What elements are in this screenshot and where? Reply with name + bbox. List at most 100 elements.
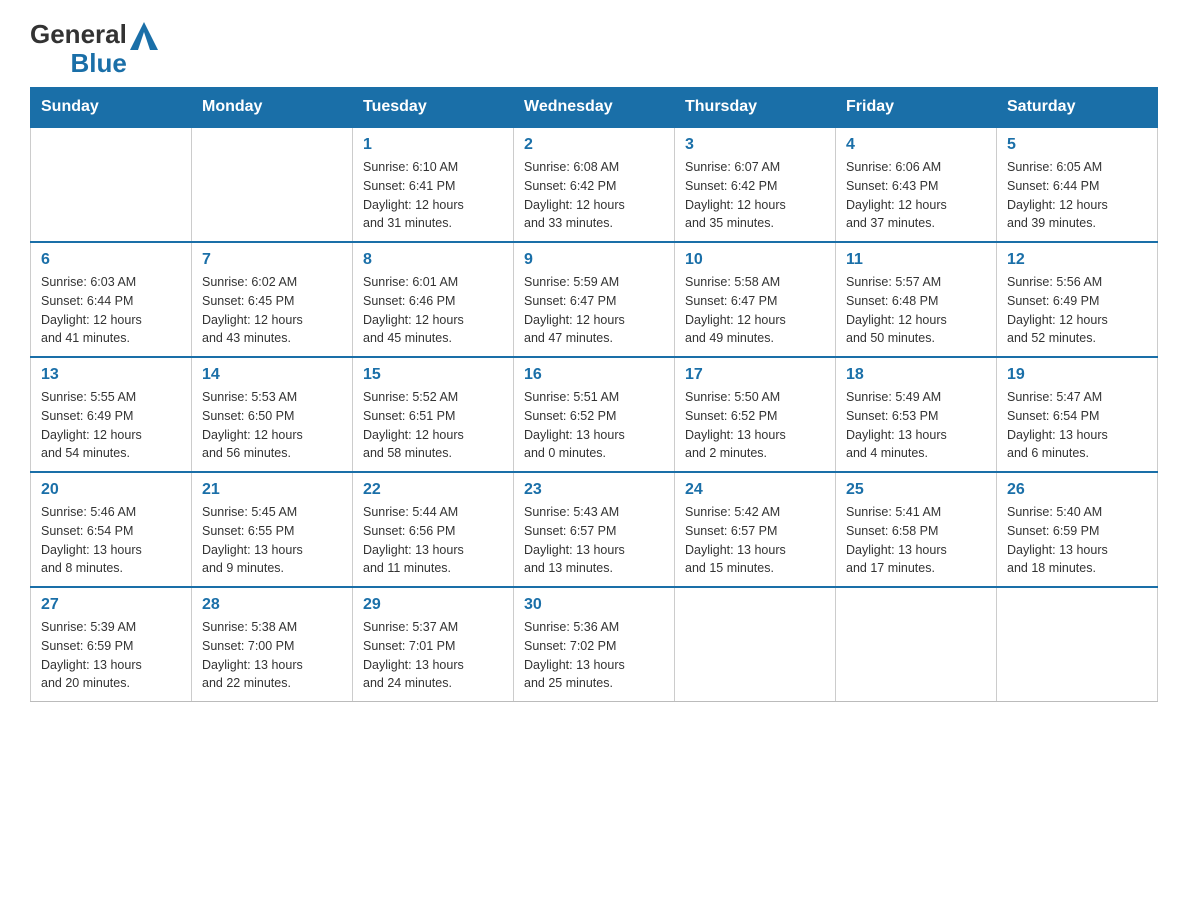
day-number: 28 bbox=[202, 596, 342, 614]
weekday-header-sunday: Sunday bbox=[31, 88, 192, 128]
day-number: 29 bbox=[363, 596, 503, 614]
calendar-cell: 5Sunrise: 6:05 AM Sunset: 6:44 PM Daylig… bbox=[997, 127, 1158, 242]
calendar-cell: 17 Sunrise: 5:50 AM Sunset: 6:52 PM Dayli… bbox=[675, 357, 836, 472]
calendar-week-row-4: 20 Sunrise: 5:46 AM Sunset: 6:54 PM Dayli… bbox=[31, 472, 1158, 587]
calendar-cell bbox=[997, 587, 1158, 702]
day-info: Sunrise: 5:59 AM Sunset: 6:47 PM Dayligh… bbox=[524, 273, 664, 348]
day-info: Sunrise: 5:44 AM Sunset: 6:56 PM Dayligh… bbox=[363, 503, 503, 578]
calendar-cell: 27Sunrise: 5:39 AM Sunset: 6:59 PM Dayli… bbox=[31, 587, 192, 702]
day-number: 19 bbox=[1007, 366, 1147, 384]
calendar-cell: 11 Sunrise: 5:57 AM Sunset: 6:48 PM Dayli… bbox=[836, 242, 997, 357]
day-number: 26 bbox=[1007, 481, 1147, 499]
calendar-cell: 29 Sunrise: 5:37 AM Sunset: 7:01 PM Dayli… bbox=[353, 587, 514, 702]
day-number: 9 bbox=[524, 251, 664, 269]
calendar-cell: 22 Sunrise: 5:44 AM Sunset: 6:56 PM Dayli… bbox=[353, 472, 514, 587]
day-number: 30 bbox=[524, 596, 664, 614]
day-number: 21 bbox=[202, 481, 342, 499]
day-number: 5 bbox=[1007, 136, 1147, 154]
day-info: Sunrise: 6:10 AM Sunset: 6:41 PM Dayligh… bbox=[363, 158, 503, 233]
day-number: 13 bbox=[41, 366, 181, 384]
day-number: 3 bbox=[685, 136, 825, 154]
calendar-cell: 18 Sunrise: 5:49 AM Sunset: 6:53 PM Dayli… bbox=[836, 357, 997, 472]
calendar-week-row-3: 13 Sunrise: 5:55 AM Sunset: 6:49 PM Dayli… bbox=[31, 357, 1158, 472]
calendar-cell: 30 Sunrise: 5:36 AM Sunset: 7:02 PM Dayli… bbox=[514, 587, 675, 702]
day-info: Sunrise: 5:42 AM Sunset: 6:57 PM Dayligh… bbox=[685, 503, 825, 578]
calendar-table: SundayMondayTuesdayWednesdayThursdayFrid… bbox=[30, 87, 1158, 702]
day-number: 10 bbox=[685, 251, 825, 269]
day-number: 1 bbox=[363, 136, 503, 154]
day-info: Sunrise: 6:06 AM Sunset: 6:43 PM Dayligh… bbox=[846, 158, 986, 233]
calendar-cell: 7 Sunrise: 6:02 AM Sunset: 6:45 PM Daylig… bbox=[192, 242, 353, 357]
day-number: 2 bbox=[524, 136, 664, 154]
day-info: Sunrise: 6:03 AM Sunset: 6:44 PM Dayligh… bbox=[41, 273, 181, 348]
calendar-cell: 6 Sunrise: 6:03 AM Sunset: 6:44 PM Daylig… bbox=[31, 242, 192, 357]
logo-blue: Blue bbox=[70, 49, 126, 78]
day-info: Sunrise: 5:41 AM Sunset: 6:58 PM Dayligh… bbox=[846, 503, 986, 578]
calendar-cell: 1 Sunrise: 6:10 AM Sunset: 6:41 PM Daylig… bbox=[353, 127, 514, 242]
day-number: 23 bbox=[524, 481, 664, 499]
day-number: 6 bbox=[41, 251, 181, 269]
day-number: 18 bbox=[846, 366, 986, 384]
day-info: Sunrise: 5:50 AM Sunset: 6:52 PM Dayligh… bbox=[685, 388, 825, 463]
weekday-header-friday: Friday bbox=[836, 88, 997, 128]
logo-general: General bbox=[30, 20, 127, 49]
day-number: 17 bbox=[685, 366, 825, 384]
calendar-cell: 21 Sunrise: 5:45 AM Sunset: 6:55 PM Dayli… bbox=[192, 472, 353, 587]
calendar-cell: 23Sunrise: 5:43 AM Sunset: 6:57 PM Dayli… bbox=[514, 472, 675, 587]
calendar-cell: 19 Sunrise: 5:47 AM Sunset: 6:54 PM Dayli… bbox=[997, 357, 1158, 472]
day-number: 20 bbox=[41, 481, 181, 499]
weekday-header-row: SundayMondayTuesdayWednesdayThursdayFrid… bbox=[31, 88, 1158, 128]
day-info: Sunrise: 5:38 AM Sunset: 7:00 PM Dayligh… bbox=[202, 618, 342, 693]
calendar-cell: 13 Sunrise: 5:55 AM Sunset: 6:49 PM Dayli… bbox=[31, 357, 192, 472]
day-number: 15 bbox=[363, 366, 503, 384]
calendar-week-row-5: 27Sunrise: 5:39 AM Sunset: 6:59 PM Dayli… bbox=[31, 587, 1158, 702]
day-info: Sunrise: 5:53 AM Sunset: 6:50 PM Dayligh… bbox=[202, 388, 342, 463]
calendar-cell: 10 Sunrise: 5:58 AM Sunset: 6:47 PM Dayli… bbox=[675, 242, 836, 357]
day-info: Sunrise: 5:36 AM Sunset: 7:02 PM Dayligh… bbox=[524, 618, 664, 693]
calendar-cell: 14 Sunrise: 5:53 AM Sunset: 6:50 PM Dayli… bbox=[192, 357, 353, 472]
day-number: 4 bbox=[846, 136, 986, 154]
day-number: 22 bbox=[363, 481, 503, 499]
calendar-cell: 9 Sunrise: 5:59 AM Sunset: 6:47 PM Daylig… bbox=[514, 242, 675, 357]
day-info: Sunrise: 5:40 AM Sunset: 6:59 PM Dayligh… bbox=[1007, 503, 1147, 578]
calendar-cell: 26 Sunrise: 5:40 AM Sunset: 6:59 PM Dayli… bbox=[997, 472, 1158, 587]
day-info: Sunrise: 6:02 AM Sunset: 6:45 PM Dayligh… bbox=[202, 273, 342, 348]
day-number: 14 bbox=[202, 366, 342, 384]
logo-triangle-icon bbox=[130, 22, 158, 50]
calendar-cell: 15 Sunrise: 5:52 AM Sunset: 6:51 PM Dayli… bbox=[353, 357, 514, 472]
calendar-cell bbox=[31, 127, 192, 242]
day-info: Sunrise: 5:52 AM Sunset: 6:51 PM Dayligh… bbox=[363, 388, 503, 463]
calendar-cell: 8Sunrise: 6:01 AM Sunset: 6:46 PM Daylig… bbox=[353, 242, 514, 357]
weekday-header-saturday: Saturday bbox=[997, 88, 1158, 128]
day-info: Sunrise: 5:45 AM Sunset: 6:55 PM Dayligh… bbox=[202, 503, 342, 578]
calendar-cell: 2 Sunrise: 6:08 AM Sunset: 6:42 PM Daylig… bbox=[514, 127, 675, 242]
calendar-cell bbox=[836, 587, 997, 702]
weekday-header-wednesday: Wednesday bbox=[514, 88, 675, 128]
day-number: 24 bbox=[685, 481, 825, 499]
day-info: Sunrise: 5:58 AM Sunset: 6:47 PM Dayligh… bbox=[685, 273, 825, 348]
day-info: Sunrise: 5:49 AM Sunset: 6:53 PM Dayligh… bbox=[846, 388, 986, 463]
calendar-cell bbox=[192, 127, 353, 242]
day-info: Sunrise: 5:55 AM Sunset: 6:49 PM Dayligh… bbox=[41, 388, 181, 463]
calendar-cell: 25 Sunrise: 5:41 AM Sunset: 6:58 PM Dayli… bbox=[836, 472, 997, 587]
weekday-header-tuesday: Tuesday bbox=[353, 88, 514, 128]
weekday-header-monday: Monday bbox=[192, 88, 353, 128]
day-number: 16 bbox=[524, 366, 664, 384]
logo: General Blue bbox=[30, 20, 158, 77]
calendar-cell: 4 Sunrise: 6:06 AM Sunset: 6:43 PM Daylig… bbox=[836, 127, 997, 242]
day-info: Sunrise: 5:46 AM Sunset: 6:54 PM Dayligh… bbox=[41, 503, 181, 578]
weekday-header-thursday: Thursday bbox=[675, 88, 836, 128]
day-info: Sunrise: 5:51 AM Sunset: 6:52 PM Dayligh… bbox=[524, 388, 664, 463]
day-info: Sunrise: 5:57 AM Sunset: 6:48 PM Dayligh… bbox=[846, 273, 986, 348]
day-number: 11 bbox=[846, 251, 986, 269]
day-info: Sunrise: 5:39 AM Sunset: 6:59 PM Dayligh… bbox=[41, 618, 181, 693]
calendar-week-row-2: 6 Sunrise: 6:03 AM Sunset: 6:44 PM Daylig… bbox=[31, 242, 1158, 357]
day-info: Sunrise: 5:47 AM Sunset: 6:54 PM Dayligh… bbox=[1007, 388, 1147, 463]
day-info: Sunrise: 5:37 AM Sunset: 7:01 PM Dayligh… bbox=[363, 618, 503, 693]
calendar-cell bbox=[675, 587, 836, 702]
day-info: Sunrise: 6:08 AM Sunset: 6:42 PM Dayligh… bbox=[524, 158, 664, 233]
day-number: 25 bbox=[846, 481, 986, 499]
day-number: 12 bbox=[1007, 251, 1147, 269]
day-number: 7 bbox=[202, 251, 342, 269]
calendar-cell: 16 Sunrise: 5:51 AM Sunset: 6:52 PM Dayli… bbox=[514, 357, 675, 472]
